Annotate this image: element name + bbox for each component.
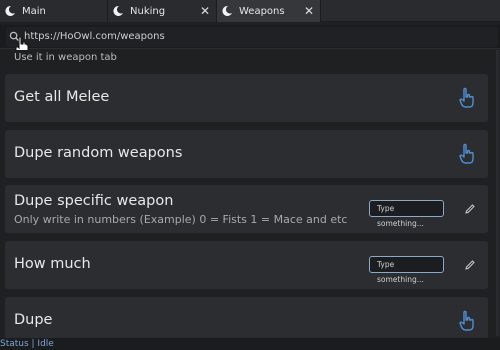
close-icon[interactable]: ✕ bbox=[304, 4, 314, 18]
item-title: Dupe random weapons bbox=[14, 145, 183, 161]
list-item: How much Type something... bbox=[5, 241, 488, 289]
moon-icon bbox=[113, 5, 123, 16]
tab-weapons[interactable]: Weapons ✕ bbox=[217, 0, 321, 22]
tab-main-label: Main bbox=[22, 5, 46, 17]
list-item[interactable]: Dupe random weapons bbox=[5, 130, 488, 178]
scrollbar[interactable] bbox=[496, 50, 499, 336]
moon-icon bbox=[5, 5, 15, 16]
list-item[interactable]: Get all Melee bbox=[5, 74, 488, 122]
weapon-id-input[interactable]: Type something... bbox=[369, 200, 444, 228]
item-title: Dupe specific weapon bbox=[14, 193, 174, 209]
hand-pointer-icon[interactable] bbox=[458, 143, 476, 165]
tab-weapons-label: Weapons bbox=[239, 5, 285, 17]
item-title: How much bbox=[14, 256, 91, 272]
list-item[interactable]: Dupe bbox=[5, 297, 488, 338]
list-item: Dupe specific weapon Only write in numbe… bbox=[5, 185, 488, 233]
hand-pointer-icon[interactable] bbox=[458, 87, 476, 109]
partial-label: Use it in weapon tab bbox=[14, 52, 117, 63]
url-bar: https://HoOwl.com/weapons bbox=[0, 25, 500, 49]
tab-bar: Main Nuking ✕ Weapons ✕ bbox=[0, 0, 500, 22]
status-text: Status | Idle bbox=[0, 339, 54, 349]
tab-nuking[interactable]: Nuking ✕ bbox=[108, 0, 217, 22]
content-area: Use it in weapon tab Get all Melee Dupe … bbox=[0, 50, 500, 338]
status-bar: Status | Idle bbox=[0, 338, 500, 350]
amount-input[interactable]: Type something... bbox=[369, 256, 444, 284]
close-icon[interactable]: ✕ bbox=[200, 4, 210, 18]
item-title: Get all Melee bbox=[14, 89, 110, 105]
tab-main[interactable]: Main bbox=[0, 0, 108, 22]
pencil-icon[interactable] bbox=[464, 259, 476, 271]
url-text: https://HoOwl.com/weapons bbox=[24, 31, 165, 42]
pencil-icon[interactable] bbox=[464, 203, 476, 215]
item-title: Dupe bbox=[14, 312, 53, 328]
hand-pointer-icon[interactable] bbox=[458, 310, 476, 332]
url-field[interactable]: https://HoOwl.com/weapons bbox=[6, 27, 498, 47]
item-description: Only write in numbers (Example) 0 = Fist… bbox=[14, 213, 348, 226]
tab-nuking-label: Nuking bbox=[130, 5, 166, 17]
moon-icon bbox=[222, 5, 232, 16]
